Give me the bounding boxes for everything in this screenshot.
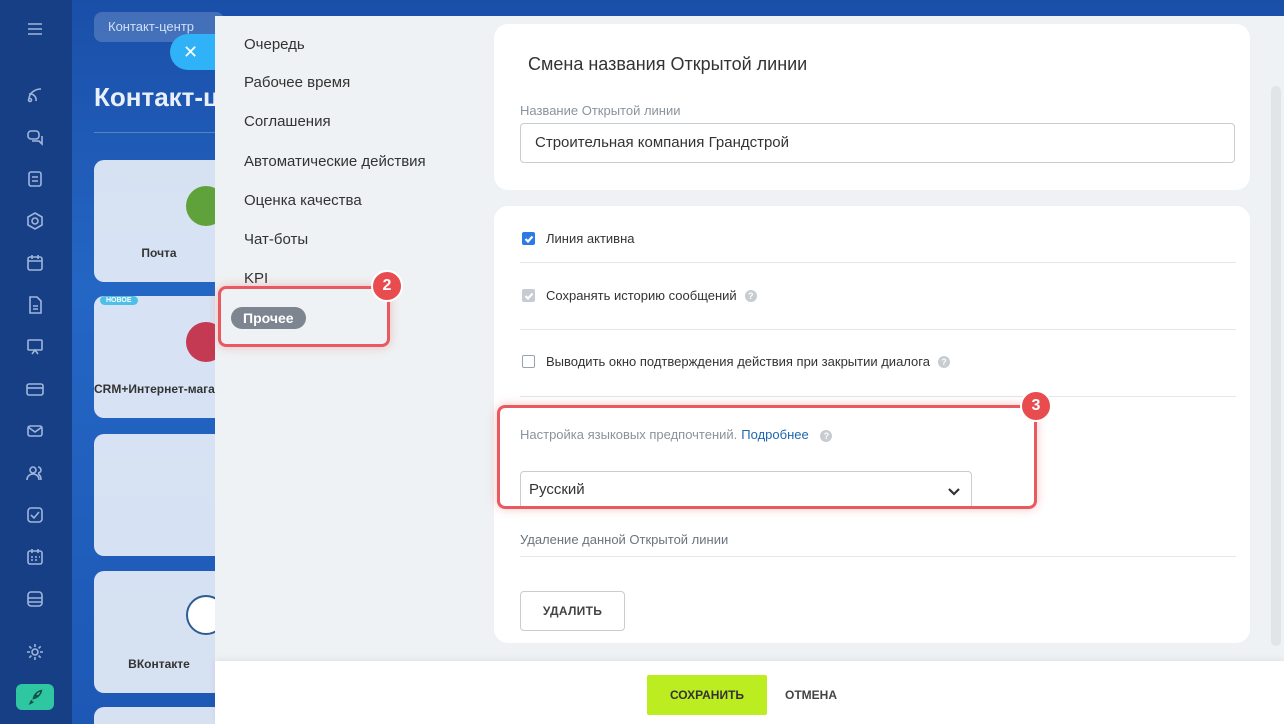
close-icon: ✕: [183, 41, 199, 62]
menu-item-automation[interactable]: Автоматические действия: [244, 153, 426, 170]
menu-item-chatbots[interactable]: Чат-боты: [244, 231, 308, 248]
step-badge-2: 2: [371, 270, 403, 302]
planner-icon[interactable]: [24, 546, 46, 568]
highlight-frame-menu: [218, 286, 390, 347]
save-history-label: Сохранять историю сообщений: [546, 288, 737, 303]
settings-icon[interactable]: [24, 641, 46, 663]
new-badge: НОВОЕ: [100, 296, 138, 305]
rename-title: Смена названия Открытой линии: [528, 54, 808, 74]
close-slider-button[interactable]: ✕: [170, 34, 216, 70]
connector-label: ВКонтакте: [128, 657, 190, 671]
connector-label: Почта: [141, 246, 177, 260]
divider: [520, 262, 1236, 263]
check-icon[interactable]: [24, 504, 46, 526]
scrollbar[interactable]: [1271, 86, 1281, 646]
confirm-close-checkbox[interactable]: [522, 355, 535, 368]
confirm-close-option[interactable]: Выводить окно подтверждения действия при…: [522, 354, 950, 369]
sites-icon[interactable]: [24, 210, 46, 232]
docs-icon[interactable]: [24, 294, 46, 316]
connector-card[interactable]: [94, 707, 224, 724]
left-rail: [0, 0, 72, 724]
save-history-checkbox[interactable]: [522, 289, 535, 302]
page-title: Контакт-центр: [94, 82, 224, 112]
save-history-option[interactable]: Сохранять историю сообщений ?: [522, 288, 757, 303]
divider: [94, 132, 224, 133]
line-active-checkbox[interactable]: [522, 232, 535, 245]
delete-button[interactable]: УДАЛИТЬ: [520, 591, 625, 631]
help-icon[interactable]: ?: [744, 289, 757, 302]
cancel-button[interactable]: ОТМЕНА: [785, 675, 837, 715]
menu-item-kpi[interactable]: KPI: [244, 270, 268, 287]
chat-icon[interactable]: [24, 126, 46, 148]
help-icon[interactable]: ?: [937, 355, 950, 368]
highlight-frame-language: [497, 405, 1037, 509]
board-icon[interactable]: [24, 336, 46, 358]
delete-line-label: Удаление данной Открытой линии: [520, 532, 729, 547]
line-name-input[interactable]: Строительная компания Грандстрой: [520, 123, 1235, 163]
menu-icon[interactable]: [24, 18, 46, 40]
menu-item-quality[interactable]: Оценка качества: [244, 192, 362, 209]
connector-card-vk[interactable]: ВКонтакте: [94, 571, 224, 693]
mail-icon[interactable]: [24, 420, 46, 442]
rocket-icon[interactable]: [16, 684, 54, 710]
step-badge-3: 3: [1020, 390, 1052, 422]
line-name-label: Название Открытой линии: [520, 103, 681, 118]
divider: [520, 396, 1236, 397]
feed-icon[interactable]: [24, 84, 46, 106]
card-icon[interactable]: [24, 378, 46, 400]
menu-item-working-hours[interactable]: Рабочее время: [244, 74, 350, 91]
divider: [520, 556, 1236, 557]
connector-card-mail[interactable]: Почта: [94, 160, 224, 282]
confirm-close-label: Выводить окно подтверждения действия при…: [546, 354, 930, 369]
settings-slider: Очередь Рабочее время Соглашения Автомат…: [215, 16, 1284, 724]
users-icon[interactable]: [24, 462, 46, 484]
storage-icon[interactable]: [24, 588, 46, 610]
footer-bar: СОХРАНИТЬ ОТМЕНА: [215, 661, 1284, 724]
connector-card[interactable]: [94, 434, 224, 556]
calendar-icon[interactable]: [24, 252, 46, 274]
line-active-label: Линия активна: [546, 231, 635, 246]
line-active-option[interactable]: Линия активна: [522, 231, 634, 246]
divider: [520, 329, 1236, 330]
connector-card-crm-shop[interactable]: НОВОЕ CRM+Интернет-магазин: [94, 296, 224, 418]
tasks-icon[interactable]: [24, 168, 46, 190]
rename-card: Смена названия Открытой линии Название О…: [494, 24, 1250, 190]
menu-item-agreements[interactable]: Соглашения: [244, 113, 331, 130]
connector-label: CRM+Интернет-магазин: [94, 382, 224, 396]
save-button[interactable]: СОХРАНИТЬ: [647, 675, 767, 715]
menu-item-queue[interactable]: Очередь: [244, 36, 305, 53]
